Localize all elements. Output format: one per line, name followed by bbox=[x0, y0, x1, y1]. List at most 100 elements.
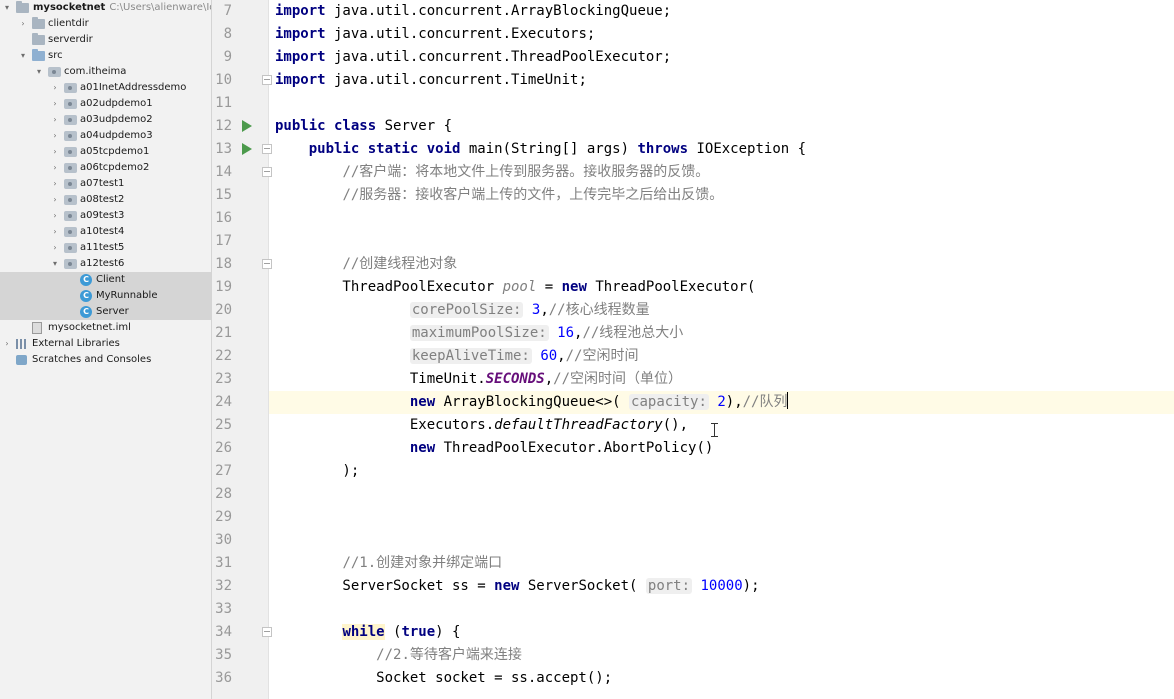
chevron-down-icon[interactable]: ▾ bbox=[2, 0, 12, 16]
chevron-right-icon[interactable]: › bbox=[50, 208, 60, 224]
chevron-down-icon[interactable]: ▾ bbox=[34, 64, 44, 80]
tree-item[interactable]: mysocketnet.iml bbox=[0, 320, 211, 336]
line-number: 36 bbox=[215, 670, 232, 686]
tree-item[interactable]: › a07test1 bbox=[0, 176, 211, 192]
tree-item[interactable]: Scratches and Consoles bbox=[0, 352, 211, 368]
code-area[interactable]: import java.util.concurrent.ArrayBlockin… bbox=[269, 0, 1174, 699]
code-line[interactable]: public static void main(String[] args) t… bbox=[269, 138, 1174, 161]
code-line[interactable] bbox=[269, 230, 1174, 253]
folder-icon bbox=[32, 17, 45, 29]
chevron-right-icon[interactable]: › bbox=[50, 128, 60, 144]
code-token: ); bbox=[275, 463, 360, 479]
tree-item[interactable]: › a03udpdemo2 bbox=[0, 112, 211, 128]
line-number: 34 bbox=[215, 624, 232, 640]
code-line[interactable]: new ThreadPoolExecutor.AbortPolicy() bbox=[269, 437, 1174, 460]
code-line[interactable]: keepAliveTime: 60,//空闲时间 bbox=[269, 345, 1174, 368]
code-line[interactable]: //1.创建对象并绑定端口 bbox=[269, 552, 1174, 575]
line-number: 35 bbox=[215, 647, 232, 663]
code-line[interactable]: import java.util.concurrent.TimeUnit; bbox=[269, 69, 1174, 92]
keyword-token: new bbox=[409, 440, 436, 456]
chevron-right-icon[interactable]: › bbox=[50, 224, 60, 240]
code-editor[interactable]: 7 8 9 10 11 12 13 14 15 16 17 18 19 20 21 22 23 24 25 26 27 2… bbox=[212, 0, 1174, 699]
code-token: main(String[] args) bbox=[460, 141, 638, 157]
tree-root-label: mysocketnetC:\Users\alienware\IdeaP bbox=[33, 0, 211, 16]
code-line[interactable]: while (true) { bbox=[269, 621, 1174, 644]
tree-item[interactable]: ▾ src bbox=[0, 48, 211, 64]
code-line[interactable]: ThreadPoolExecutor pool = new ThreadPool… bbox=[269, 276, 1174, 299]
tree-item[interactable]: C Client bbox=[0, 272, 211, 288]
tree-item-label: a02udpdemo1 bbox=[80, 98, 153, 109]
chevron-right-icon[interactable]: › bbox=[50, 96, 60, 112]
chevron-right-icon[interactable]: › bbox=[50, 240, 60, 256]
chevron-right-icon[interactable]: › bbox=[50, 160, 60, 176]
package-icon bbox=[64, 211, 77, 221]
chevron-down-icon[interactable]: ▾ bbox=[18, 48, 28, 64]
chevron-right-icon[interactable]: › bbox=[50, 80, 60, 96]
tree-root[interactable]: ▾ mysocketnetC:\Users\alienware\IdeaP bbox=[0, 0, 211, 16]
run-icon[interactable] bbox=[242, 120, 252, 132]
current-code-line[interactable]: new ArrayBlockingQueue<>( capacity: 2),/… bbox=[269, 391, 1174, 414]
keyword-token: true bbox=[401, 624, 436, 640]
code-line[interactable]: //创建线程池对象 bbox=[269, 253, 1174, 276]
package-icon bbox=[64, 131, 77, 141]
tree-item[interactable]: › a01InetAddressdemo bbox=[0, 80, 211, 96]
tree-item[interactable]: › a02udpdemo1 bbox=[0, 96, 211, 112]
chevron-right-icon[interactable]: › bbox=[2, 336, 12, 352]
number-literal: 2 bbox=[717, 394, 726, 410]
code-line[interactable] bbox=[269, 598, 1174, 621]
tree-item[interactable]: › a11test5 bbox=[0, 240, 211, 256]
code-line[interactable]: maximumPoolSize: 16,//线程池总大小 bbox=[269, 322, 1174, 345]
tree-item[interactable]: › a06tcpdemo2 bbox=[0, 160, 211, 176]
run-icon[interactable] bbox=[242, 143, 252, 155]
code-line[interactable] bbox=[269, 92, 1174, 115]
tree-item[interactable]: ▾ com.itheima bbox=[0, 64, 211, 80]
code-token: , bbox=[557, 348, 566, 364]
parameter-hint: maximumPoolSize: bbox=[409, 325, 549, 341]
code-line[interactable]: import java.util.concurrent.Executors; bbox=[269, 23, 1174, 46]
tree-item[interactable]: › a10test4 bbox=[0, 224, 211, 240]
code-line[interactable]: Socket socket = ss.accept(); bbox=[269, 667, 1174, 690]
code-token: IOException { bbox=[688, 141, 807, 157]
tree-item-label: a09test3 bbox=[80, 210, 125, 221]
chevron-right-icon[interactable]: › bbox=[18, 16, 28, 32]
tree-item[interactable]: C Server bbox=[0, 304, 211, 320]
code-line[interactable]: ServerSocket ss = new ServerSocket( port… bbox=[269, 575, 1174, 598]
tree-item-label: Client bbox=[96, 274, 125, 285]
chevron-right-icon[interactable]: › bbox=[50, 112, 60, 128]
tree-item-label: src bbox=[48, 50, 63, 61]
code-line[interactable]: TimeUnit.SECONDS,//空闲时间（单位） bbox=[269, 368, 1174, 391]
tree-item[interactable]: › a09test3 bbox=[0, 208, 211, 224]
code-line[interactable]: import java.util.concurrent.ThreadPoolEx… bbox=[269, 46, 1174, 69]
tree-item[interactable]: › a04udpdemo3 bbox=[0, 128, 211, 144]
tree-item[interactable]: › External Libraries bbox=[0, 336, 211, 352]
line-number: 7 bbox=[223, 3, 232, 19]
parameter-hint: port: bbox=[645, 578, 693, 594]
chevron-right-icon[interactable]: › bbox=[50, 144, 60, 160]
code-line[interactable]: //服务器：接收客户端上传的文件，上传完毕之后给出反馈。 bbox=[269, 184, 1174, 207]
code-line[interactable]: import java.util.concurrent.ArrayBlockin… bbox=[269, 0, 1174, 23]
tree-item[interactable]: › clientdir bbox=[0, 16, 211, 32]
tree-item[interactable]: ▾ a12test6 bbox=[0, 256, 211, 272]
code-line[interactable]: //客户端：将本地文件上传到服务器。接收服务器的反馈。 bbox=[269, 161, 1174, 184]
code-line[interactable]: public class Server { bbox=[269, 115, 1174, 138]
code-line[interactable]: //2.等待客户端来连接 bbox=[269, 644, 1174, 667]
package-icon bbox=[64, 243, 77, 253]
comment-token: //空闲时间（单位） bbox=[553, 371, 683, 387]
code-line[interactable] bbox=[269, 483, 1174, 506]
code-line[interactable]: ); bbox=[269, 460, 1174, 483]
code-line[interactable] bbox=[269, 506, 1174, 529]
tree-item[interactable]: serverdir bbox=[0, 32, 211, 48]
code-token: ) { bbox=[435, 624, 461, 640]
tree-item[interactable]: › a08test2 bbox=[0, 192, 211, 208]
chevron-right-icon[interactable]: › bbox=[50, 192, 60, 208]
code-line[interactable] bbox=[269, 207, 1174, 230]
tree-item[interactable]: › a05tcpdemo1 bbox=[0, 144, 211, 160]
code-line[interactable]: corePoolSize: 3,//核心线程数量 bbox=[269, 299, 1174, 322]
chevron-down-icon[interactable]: ▾ bbox=[50, 256, 60, 272]
tree-item[interactable]: C MyRunnable bbox=[0, 288, 211, 304]
code-line[interactable] bbox=[269, 529, 1174, 552]
editor-gutter: 7 8 9 10 11 12 13 14 15 16 17 18 19 20 21 22 23 24 25 26 27 2… bbox=[212, 0, 272, 699]
chevron-right-icon[interactable]: › bbox=[50, 176, 60, 192]
